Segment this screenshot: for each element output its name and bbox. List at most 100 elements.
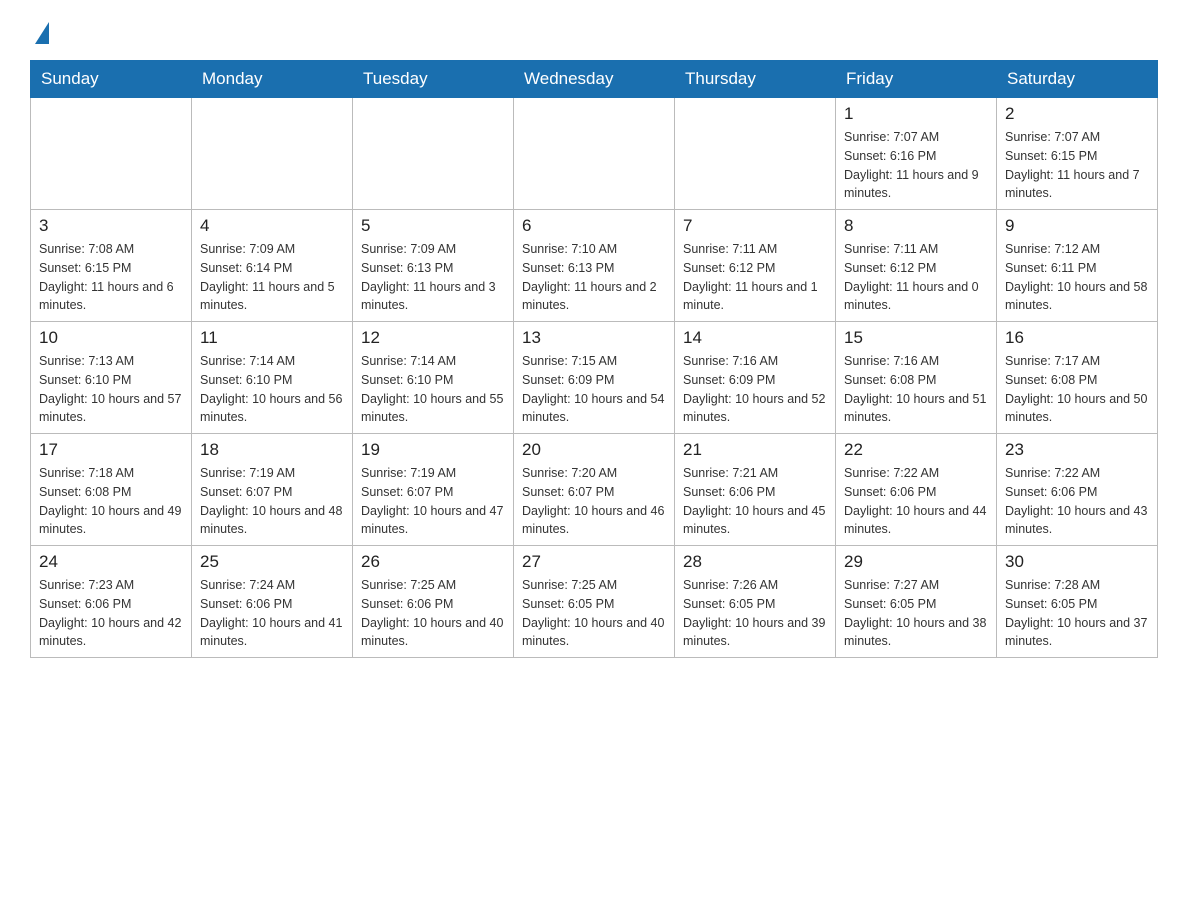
calendar-cell: 11 Sunrise: 7:14 AM Sunset: 6:10 PM Dayli… <box>192 322 353 434</box>
week-row: 3 Sunrise: 7:08 AM Sunset: 6:15 PM Daylig… <box>31 210 1158 322</box>
page-header <box>30 20 1158 44</box>
day-info: Sunrise: 7:15 AM Sunset: 6:09 PM Dayligh… <box>522 352 666 427</box>
day-info: Sunrise: 7:17 AM Sunset: 6:08 PM Dayligh… <box>1005 352 1149 427</box>
day-number: 21 <box>683 440 827 460</box>
day-info: Sunrise: 7:18 AM Sunset: 6:08 PM Dayligh… <box>39 464 183 539</box>
day-of-week-header: Tuesday <box>353 61 514 98</box>
calendar-cell: 30 Sunrise: 7:28 AM Sunset: 6:05 PM Dayli… <box>997 546 1158 658</box>
day-number: 20 <box>522 440 666 460</box>
calendar-cell: 19 Sunrise: 7:19 AM Sunset: 6:07 PM Dayli… <box>353 434 514 546</box>
day-info: Sunrise: 7:25 AM Sunset: 6:06 PM Dayligh… <box>361 576 505 651</box>
calendar-cell <box>353 98 514 210</box>
day-number: 22 <box>844 440 988 460</box>
calendar-cell: 6 Sunrise: 7:10 AM Sunset: 6:13 PM Daylig… <box>514 210 675 322</box>
calendar-cell <box>675 98 836 210</box>
day-info: Sunrise: 7:22 AM Sunset: 6:06 PM Dayligh… <box>1005 464 1149 539</box>
calendar-cell: 16 Sunrise: 7:17 AM Sunset: 6:08 PM Dayli… <box>997 322 1158 434</box>
day-number: 28 <box>683 552 827 572</box>
day-info: Sunrise: 7:24 AM Sunset: 6:06 PM Dayligh… <box>200 576 344 651</box>
day-number: 3 <box>39 216 183 236</box>
calendar-cell: 13 Sunrise: 7:15 AM Sunset: 6:09 PM Dayli… <box>514 322 675 434</box>
day-number: 24 <box>39 552 183 572</box>
day-info: Sunrise: 7:19 AM Sunset: 6:07 PM Dayligh… <box>200 464 344 539</box>
logo <box>30 20 49 44</box>
calendar-cell: 12Sunrise: 7:14 AM Sunset: 6:10 PM Dayli… <box>353 322 514 434</box>
calendar-header-row: SundayMondayTuesdayWednesdayThursdayFrid… <box>31 61 1158 98</box>
day-number: 15 <box>844 328 988 348</box>
calendar-cell: 3 Sunrise: 7:08 AM Sunset: 6:15 PM Daylig… <box>31 210 192 322</box>
day-number: 17 <box>39 440 183 460</box>
day-number: 6 <box>522 216 666 236</box>
day-number: 9 <box>1005 216 1149 236</box>
day-info: Sunrise: 7:07 AM Sunset: 6:16 PM Dayligh… <box>844 128 988 203</box>
calendar-cell: 4 Sunrise: 7:09 AM Sunset: 6:14 PM Daylig… <box>192 210 353 322</box>
day-number: 8 <box>844 216 988 236</box>
calendar-cell: 26 Sunrise: 7:25 AM Sunset: 6:06 PM Dayli… <box>353 546 514 658</box>
day-info: Sunrise: 7:09 AM Sunset: 6:14 PM Dayligh… <box>200 240 344 315</box>
day-of-week-header: Friday <box>836 61 997 98</box>
day-info: Sunrise: 7:09 AM Sunset: 6:13 PM Dayligh… <box>361 240 505 315</box>
day-info: Sunrise: 7:14 AM Sunset: 6:10 PM Dayligh… <box>200 352 344 427</box>
calendar-cell: 23Sunrise: 7:22 AM Sunset: 6:06 PM Dayli… <box>997 434 1158 546</box>
day-info: Sunrise: 7:11 AM Sunset: 6:12 PM Dayligh… <box>683 240 827 315</box>
day-number: 26 <box>361 552 505 572</box>
day-number: 27 <box>522 552 666 572</box>
day-number: 14 <box>683 328 827 348</box>
day-info: Sunrise: 7:12 AM Sunset: 6:11 PM Dayligh… <box>1005 240 1149 315</box>
day-number: 16 <box>1005 328 1149 348</box>
calendar-cell: 14 Sunrise: 7:16 AM Sunset: 6:09 PM Dayli… <box>675 322 836 434</box>
day-of-week-header: Wednesday <box>514 61 675 98</box>
day-number: 29 <box>844 552 988 572</box>
calendar-cell: 22Sunrise: 7:22 AM Sunset: 6:06 PM Dayli… <box>836 434 997 546</box>
day-info: Sunrise: 7:27 AM Sunset: 6:05 PM Dayligh… <box>844 576 988 651</box>
calendar-cell: 27Sunrise: 7:25 AM Sunset: 6:05 PM Dayli… <box>514 546 675 658</box>
calendar-cell: 15 Sunrise: 7:16 AM Sunset: 6:08 PM Dayli… <box>836 322 997 434</box>
day-info: Sunrise: 7:07 AM Sunset: 6:15 PM Dayligh… <box>1005 128 1149 203</box>
day-info: Sunrise: 7:08 AM Sunset: 6:15 PM Dayligh… <box>39 240 183 315</box>
calendar-cell: 10 Sunrise: 7:13 AM Sunset: 6:10 PM Dayli… <box>31 322 192 434</box>
day-info: Sunrise: 7:26 AM Sunset: 6:05 PM Dayligh… <box>683 576 827 651</box>
calendar-cell: 24 Sunrise: 7:23 AM Sunset: 6:06 PM Dayli… <box>31 546 192 658</box>
calendar-cell <box>31 98 192 210</box>
day-number: 12 <box>361 328 505 348</box>
day-number: 5 <box>361 216 505 236</box>
day-of-week-header: Monday <box>192 61 353 98</box>
day-info: Sunrise: 7:13 AM Sunset: 6:10 PM Dayligh… <box>39 352 183 427</box>
calendar-cell: 25 Sunrise: 7:24 AM Sunset: 6:06 PM Dayli… <box>192 546 353 658</box>
day-number: 19 <box>361 440 505 460</box>
day-info: Sunrise: 7:23 AM Sunset: 6:06 PM Dayligh… <box>39 576 183 651</box>
day-info: Sunrise: 7:21 AM Sunset: 6:06 PM Dayligh… <box>683 464 827 539</box>
calendar-cell: 21 Sunrise: 7:21 AM Sunset: 6:06 PM Dayli… <box>675 434 836 546</box>
day-info: Sunrise: 7:16 AM Sunset: 6:09 PM Dayligh… <box>683 352 827 427</box>
day-info: Sunrise: 7:19 AM Sunset: 6:07 PM Dayligh… <box>361 464 505 539</box>
week-row: 10 Sunrise: 7:13 AM Sunset: 6:10 PM Dayli… <box>31 322 1158 434</box>
week-row: 17 Sunrise: 7:18 AM Sunset: 6:08 PM Dayli… <box>31 434 1158 546</box>
logo-triangle-icon <box>35 22 49 44</box>
day-number: 4 <box>200 216 344 236</box>
day-number: 2 <box>1005 104 1149 124</box>
day-number: 7 <box>683 216 827 236</box>
day-number: 11 <box>200 328 344 348</box>
day-info: Sunrise: 7:10 AM Sunset: 6:13 PM Dayligh… <box>522 240 666 315</box>
day-number: 30 <box>1005 552 1149 572</box>
day-of-week-header: Thursday <box>675 61 836 98</box>
day-number: 13 <box>522 328 666 348</box>
calendar-cell: 9 Sunrise: 7:12 AM Sunset: 6:11 PM Daylig… <box>997 210 1158 322</box>
calendar-cell <box>192 98 353 210</box>
calendar-cell: 7 Sunrise: 7:11 AM Sunset: 6:12 PM Daylig… <box>675 210 836 322</box>
day-info: Sunrise: 7:11 AM Sunset: 6:12 PM Dayligh… <box>844 240 988 315</box>
calendar-table: SundayMondayTuesdayWednesdayThursdayFrid… <box>30 60 1158 658</box>
day-info: Sunrise: 7:16 AM Sunset: 6:08 PM Dayligh… <box>844 352 988 427</box>
day-number: 1 <box>844 104 988 124</box>
day-of-week-header: Sunday <box>31 61 192 98</box>
day-number: 10 <box>39 328 183 348</box>
calendar-cell: 28 Sunrise: 7:26 AM Sunset: 6:05 PM Dayli… <box>675 546 836 658</box>
calendar-cell: 20Sunrise: 7:20 AM Sunset: 6:07 PM Dayli… <box>514 434 675 546</box>
calendar-cell: 18Sunrise: 7:19 AM Sunset: 6:07 PM Dayli… <box>192 434 353 546</box>
calendar-cell: 1 Sunrise: 7:07 AM Sunset: 6:16 PM Daylig… <box>836 98 997 210</box>
calendar-cell: 8 Sunrise: 7:11 AM Sunset: 6:12 PM Daylig… <box>836 210 997 322</box>
day-info: Sunrise: 7:28 AM Sunset: 6:05 PM Dayligh… <box>1005 576 1149 651</box>
week-row: 1 Sunrise: 7:07 AM Sunset: 6:16 PM Daylig… <box>31 98 1158 210</box>
calendar-cell: 5 Sunrise: 7:09 AM Sunset: 6:13 PM Daylig… <box>353 210 514 322</box>
day-number: 25 <box>200 552 344 572</box>
